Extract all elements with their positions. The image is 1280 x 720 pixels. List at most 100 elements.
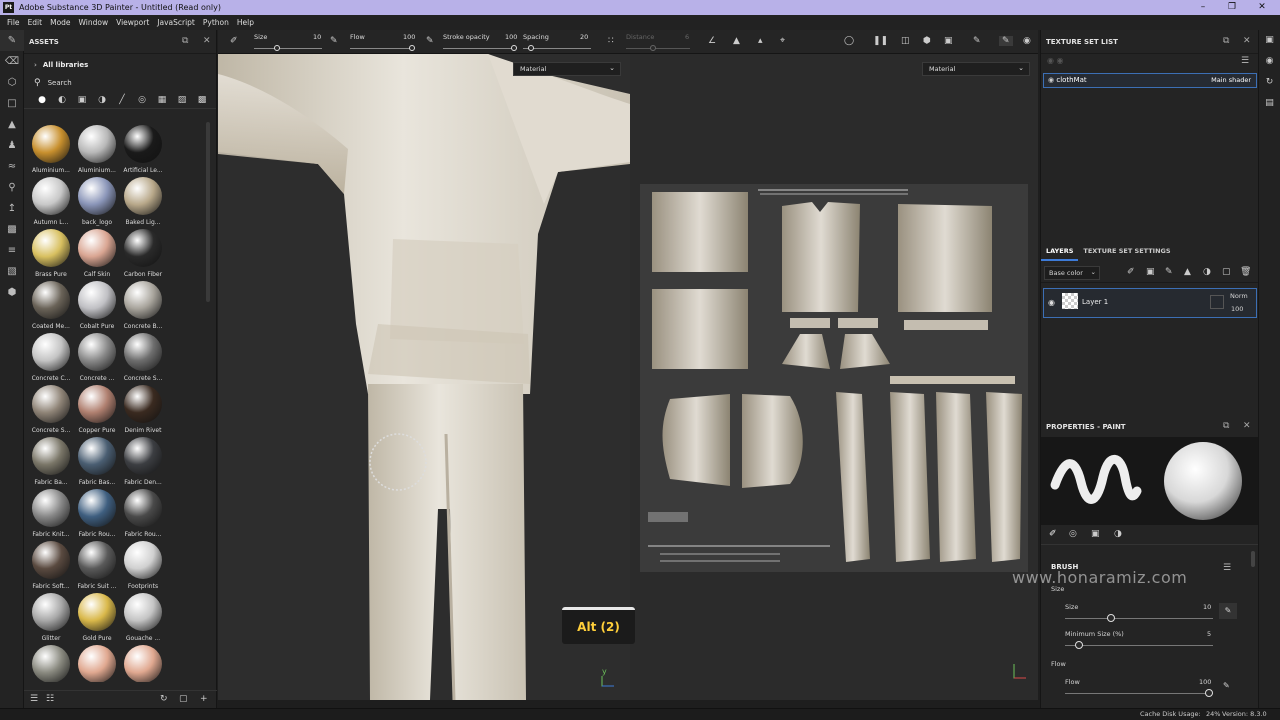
list-view-icon[interactable]: ☰ xyxy=(30,694,38,704)
material-thumbnail[interactable]: Glitter xyxy=(28,590,74,642)
eraser-icon[interactable]: ⌫ xyxy=(0,51,24,72)
pen-pressure-size-icon[interactable]: ✎ xyxy=(330,36,338,46)
material-thumbnail[interactable]: back_logo xyxy=(74,174,120,226)
material-thumbnail[interactable]: Carbon Fiber xyxy=(120,226,166,278)
stroke-opacity-slider[interactable] xyxy=(443,48,515,49)
display-icon[interactable]: ◉ xyxy=(1259,51,1280,72)
material-thumbnail[interactable]: Aluminium... xyxy=(28,122,74,174)
material-thumbnail[interactable] xyxy=(74,642,120,682)
pen-pressure-icon[interactable]: ✎ xyxy=(1219,603,1237,619)
hide-icon[interactable]: ◯ xyxy=(844,36,854,46)
flow-handle[interactable] xyxy=(1205,689,1213,697)
eye-icon[interactable]: ◉ xyxy=(1048,76,1054,84)
menu-icon[interactable]: ☰ xyxy=(1241,56,1249,66)
properties-scrollbar[interactable] xyxy=(1251,551,1255,567)
size-slider[interactable] xyxy=(254,48,322,49)
add-mask-icon[interactable]: ▣ xyxy=(1146,267,1155,277)
texture-set-row[interactable]: ◉ clothMat Main shader xyxy=(1043,73,1257,88)
close-panel-icon[interactable]: ✕ xyxy=(1243,421,1251,431)
menu-file[interactable]: File xyxy=(3,18,24,27)
menu-python[interactable]: Python xyxy=(199,18,233,27)
close-panel-icon[interactable]: ✕ xyxy=(1243,36,1251,46)
material-thumbnail[interactable]: Aluminium... xyxy=(74,122,120,174)
filter-masks-icon[interactable]: ▣ xyxy=(72,95,92,105)
measure-icon[interactable]: ▧ xyxy=(0,261,24,282)
channel-dropdown[interactable]: Base color ⌄ xyxy=(1044,266,1100,280)
filter-textures-icon[interactable]: ▦ xyxy=(152,95,172,105)
cube-view-icon[interactable]: ⬢ xyxy=(923,36,931,46)
crop-icon[interactable]: ⌖ xyxy=(780,36,785,46)
tab-layers[interactable]: LAYERS xyxy=(1041,243,1079,261)
material-thumbnail[interactable]: Concrete S... xyxy=(28,382,74,434)
material-thumbnail[interactable]: Fabric Rou... xyxy=(120,486,166,538)
filter-generators-icon[interactable]: ◑ xyxy=(92,95,112,105)
material-thumbnail[interactable]: Fabric Soft... xyxy=(28,538,74,590)
menu-edit[interactable]: Edit xyxy=(24,18,47,27)
paint-mode-icon[interactable]: ✎ xyxy=(999,36,1013,46)
undock-icon[interactable]: ⧉ xyxy=(182,36,188,46)
add-paint-layer-icon[interactable]: ✎ xyxy=(1165,267,1173,277)
bake-icon[interactable]: ▩ xyxy=(0,219,24,240)
eye-icon[interactable]: ◉ xyxy=(1048,298,1055,307)
material-thumbnail[interactable]: Denim Rivet xyxy=(120,382,166,434)
search-input[interactable]: ⚲ Search xyxy=(24,75,216,91)
add-fill-layer-icon[interactable]: ▲ xyxy=(1184,267,1191,277)
brush-tab-icon[interactable]: ✐ xyxy=(1049,529,1057,539)
filter-smart-materials-icon[interactable]: ◐ xyxy=(52,95,72,105)
material-thumbnail[interactable]: Gouache ... xyxy=(120,590,166,642)
filter-grid-icon[interactable]: ▩ xyxy=(192,95,212,105)
brush-size-handle[interactable] xyxy=(1107,614,1115,622)
library-selector[interactable]: › All libraries xyxy=(24,54,216,75)
material-thumbnail[interactable]: Fabric Rou... xyxy=(74,486,120,538)
brush-mode-icon[interactable]: ✎ xyxy=(973,36,981,46)
material-thumbnail[interactable] xyxy=(120,642,166,682)
material-thumbnail[interactable]: Cobalt Pure xyxy=(74,278,120,330)
stroke-path-icon[interactable]: ∷ xyxy=(608,36,614,46)
flow-slider-handle[interactable] xyxy=(409,45,415,51)
refresh-icon[interactable]: ↻ xyxy=(160,694,168,704)
size-value[interactable]: 10 xyxy=(313,33,321,41)
menu-viewport[interactable]: Viewport xyxy=(112,18,153,27)
filter-brushes-icon[interactable]: ╱ xyxy=(112,95,132,105)
min-size-value[interactable]: 5 xyxy=(1207,630,1211,638)
lazy-mouse-icon[interactable]: ✐ xyxy=(230,36,238,46)
shader-label[interactable]: Main shader xyxy=(1211,76,1251,84)
material-thumbnail[interactable]: Brass Pure xyxy=(28,226,74,278)
filter-environments-icon[interactable]: ▨ xyxy=(172,95,192,105)
color-picker-icon[interactable]: ⚲ xyxy=(0,177,24,198)
log-icon[interactable]: ▤ xyxy=(1259,93,1280,114)
display-settings-icon[interactable]: ⬢ xyxy=(0,282,24,303)
material-thumbnail[interactable]: Gold Pure xyxy=(74,590,120,642)
brush-size-value[interactable]: 10 xyxy=(1203,603,1211,611)
add-folder-icon[interactable]: ▢ xyxy=(1222,267,1231,277)
delete-layer-icon[interactable]: 🗑 xyxy=(1240,267,1251,277)
symmetry-icon[interactable]: ▲ xyxy=(733,36,740,46)
viewport-2d[interactable]: Material ⌄ xyxy=(630,54,1038,700)
material-thumbnail[interactable]: Fabric Ba... xyxy=(28,434,74,486)
undock-icon[interactable]: ⧉ xyxy=(1223,36,1229,46)
visibility-toggle-icon[interactable]: ◉ ◉ xyxy=(1047,56,1064,65)
menu-window[interactable]: Window xyxy=(75,18,113,27)
spacing-value[interactable]: 20 xyxy=(580,33,588,41)
filter-alphas-icon[interactable]: ◎ xyxy=(132,95,152,105)
material-thumbnail[interactable]: Concrete ... xyxy=(74,330,120,382)
filter-list-icon[interactable]: ☷ xyxy=(46,694,54,704)
material-thumbnail[interactable]: Coated Me... xyxy=(28,278,74,330)
material-thumbnail[interactable] xyxy=(28,642,74,682)
material-thumbnail[interactable]: Artificial Le... xyxy=(120,122,166,174)
stroke-opacity-handle[interactable] xyxy=(511,45,517,51)
maximize-icon[interactable]: ❐ xyxy=(1218,0,1246,15)
add-smart-material-icon[interactable]: ◑ xyxy=(1203,267,1211,277)
material-thumbnail[interactable]: Concrete C... xyxy=(28,330,74,382)
tiling-icon[interactable]: ▴ xyxy=(758,36,763,46)
texture-set-icon[interactable]: ▣ xyxy=(1259,30,1280,51)
layer-mask-slot[interactable] xyxy=(1210,295,1224,309)
material-thumbnail[interactable]: Fabric Suit ... xyxy=(74,538,120,590)
history-icon[interactable]: ↻ xyxy=(1259,72,1280,93)
viewport-3d-channel-dropdown[interactable]: Material ⌄ xyxy=(513,62,621,76)
material-thumbnail[interactable]: Concrete S... xyxy=(120,330,166,382)
screenshot-icon[interactable]: ◉ xyxy=(1023,36,1031,46)
clone-stamp-icon[interactable]: ♟ xyxy=(0,135,24,156)
layer-row[interactable]: ◉ Layer 1 Norm 100 xyxy=(1043,288,1257,318)
alpha-tab-icon[interactable]: ◎ xyxy=(1069,529,1077,539)
